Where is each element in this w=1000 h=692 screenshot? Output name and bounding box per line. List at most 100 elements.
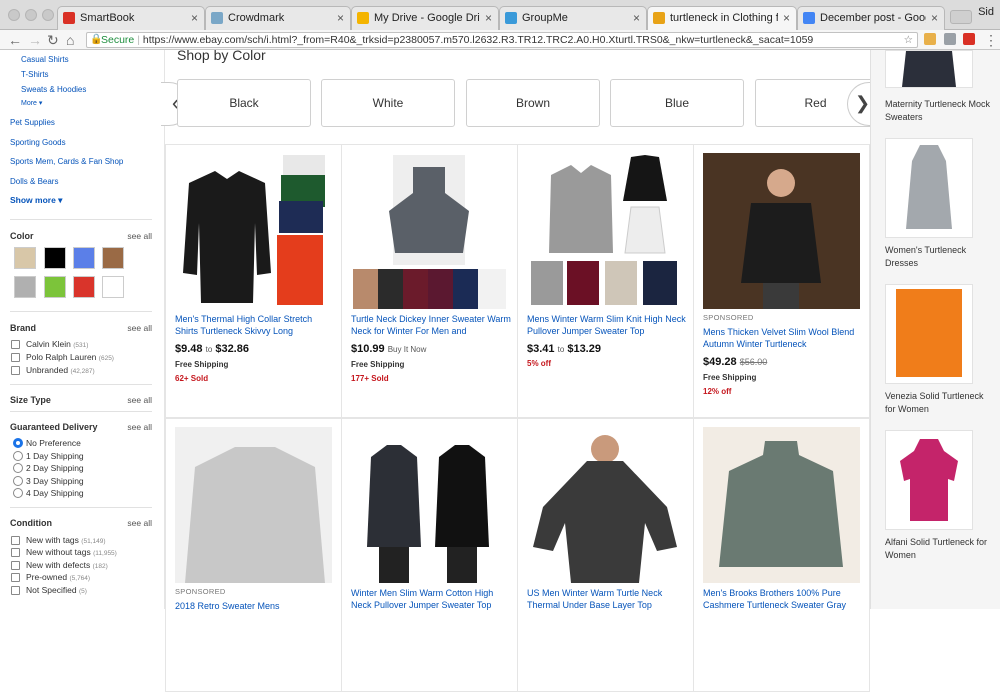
menu-dots-icon[interactable]: ⋮ xyxy=(984,31,998,49)
product-title-link[interactable]: Mens Thicken Velvet Slim Wool Blend Autu… xyxy=(703,326,863,350)
shop-color-blue-button[interactable]: Blue xyxy=(610,79,744,127)
product-card[interactable]: Men's Brooks Brothers 100% Pure Cashmere… xyxy=(693,418,870,692)
tab-google-drive[interactable]: My Drive - Google Drive × xyxy=(351,6,499,30)
category-pet-supplies[interactable]: Pet Supplies xyxy=(10,118,55,127)
product-card[interactable]: SPONSORED Mens Thicken Velvet Slim Wool … xyxy=(693,144,870,418)
product-title-link[interactable]: Mens Winter Warm Slim Knit High Neck Pul… xyxy=(527,313,687,337)
delivery-option[interactable]: 3 Day Shipping xyxy=(26,476,84,486)
product-card[interactable]: SPONSORED 2018 Retro Sweater Mens xyxy=(165,418,342,692)
delivery-radio[interactable] xyxy=(13,476,23,486)
close-tab-icon[interactable]: × xyxy=(191,7,198,29)
delivery-radio[interactable] xyxy=(13,463,23,473)
category-sports-mem[interactable]: Sports Mem, Cards & Fan Shop xyxy=(10,157,123,166)
related-item-image[interactable] xyxy=(885,430,973,530)
home-icon[interactable]: ⌂ xyxy=(66,31,74,49)
profile-name[interactable]: Sid xyxy=(978,6,994,18)
product-title-link[interactable]: Turtle Neck Dickey Inner Sweater Warm Ne… xyxy=(351,313,511,337)
category-sweats-hoodies[interactable]: Sweats & Hoodies xyxy=(21,85,86,94)
condition-option[interactable]: Not Specified (5) xyxy=(26,585,87,595)
condition-option[interactable]: New with defects (182) xyxy=(26,560,108,570)
tab-smartbook[interactable]: SmartBook × xyxy=(57,6,205,30)
color-swatch-white[interactable] xyxy=(102,276,124,298)
brand-option[interactable]: Polo Ralph Lauren (625) xyxy=(26,352,114,362)
brand-checkbox[interactable] xyxy=(11,340,20,349)
product-image[interactable] xyxy=(703,153,860,309)
delivery-option[interactable]: 4 Day Shipping xyxy=(26,488,84,498)
color-see-all-link[interactable]: see all xyxy=(127,231,152,241)
tab-crowdmark[interactable]: Crowdmark × xyxy=(205,6,351,30)
condition-checkbox[interactable] xyxy=(11,586,20,595)
delivery-option[interactable]: 1 Day Shipping xyxy=(26,451,84,461)
delivery-option[interactable]: 2 Day Shipping xyxy=(26,463,84,473)
brand-checkbox[interactable] xyxy=(11,366,20,375)
related-item-link[interactable]: Alfani Solid Turtleneck for Women xyxy=(885,536,995,562)
product-card[interactable]: US Men Winter Warm Turtle Neck Thermal U… xyxy=(517,418,694,692)
delivery-radio-selected[interactable] xyxy=(13,438,23,448)
condition-option[interactable]: New without tags (11,955) xyxy=(26,547,117,557)
zoom-window-icon[interactable] xyxy=(42,9,54,21)
minimize-window-icon[interactable] xyxy=(25,9,37,21)
shop-color-black-button[interactable]: Black xyxy=(177,79,311,127)
brand-option[interactable]: Unbranded (42,287) xyxy=(26,365,95,375)
tab-groupme[interactable]: GroupMe × xyxy=(499,6,647,30)
product-title-link[interactable]: Winter Men Slim Warm Cotton High Neck Pu… xyxy=(351,587,511,611)
condition-checkbox[interactable] xyxy=(11,573,20,582)
product-image[interactable] xyxy=(175,427,332,583)
delivery-radio[interactable] xyxy=(13,488,23,498)
color-swatch-red[interactable] xyxy=(73,276,95,298)
brand-see-all-link[interactable]: see all xyxy=(127,323,152,333)
product-card[interactable]: Men's Thermal High Collar Stretch Shirts… xyxy=(165,144,342,418)
product-image[interactable] xyxy=(351,427,508,583)
color-swatch-beige[interactable] xyxy=(14,247,36,269)
tab-google-docs[interactable]: December post - Google Do × xyxy=(797,6,945,30)
delivery-radio[interactable] xyxy=(13,451,23,461)
product-title-link[interactable]: 2018 Retro Sweater Mens xyxy=(175,600,335,612)
shop-color-white-button[interactable]: White xyxy=(321,79,455,127)
category-dolls-bears[interactable]: Dolls & Bears xyxy=(10,177,58,186)
category-casual-shirts[interactable]: Casual Shirts xyxy=(21,55,69,64)
condition-checkbox[interactable] xyxy=(11,561,20,570)
extension-icon[interactable] xyxy=(924,33,936,45)
condition-option[interactable]: New with tags (51,149) xyxy=(26,535,106,545)
close-tab-icon[interactable]: × xyxy=(485,7,492,29)
url-bar[interactable]: 🔒 Secure | https://www.ebay.com/sch/i.ht… xyxy=(86,32,918,48)
new-tab-button[interactable] xyxy=(950,10,972,24)
close-tab-icon[interactable]: × xyxy=(337,7,344,29)
close-window-icon[interactable] xyxy=(8,9,20,21)
close-tab-icon[interactable]: × xyxy=(633,7,640,29)
brand-checkbox[interactable] xyxy=(11,353,20,362)
product-image[interactable] xyxy=(351,153,508,309)
related-item-link[interactable]: Venezia Solid Turtleneck for Women xyxy=(885,390,995,416)
color-swatch-black[interactable] xyxy=(44,247,66,269)
back-arrow-icon[interactable]: ← xyxy=(8,31,22,49)
related-item-link[interactable]: Maternity Turtleneck Mock Sweaters xyxy=(885,98,995,124)
show-more-link[interactable]: Show more ▾ xyxy=(10,195,62,206)
product-image[interactable] xyxy=(527,153,684,309)
condition-checkbox[interactable] xyxy=(11,536,20,545)
condition-see-all-link[interactable]: see all xyxy=(127,518,152,528)
color-swatch-blue[interactable] xyxy=(73,247,95,269)
product-card[interactable]: Turtle Neck Dickey Inner Sweater Warm Ne… xyxy=(341,144,518,418)
product-image[interactable] xyxy=(527,427,684,583)
close-tab-icon[interactable]: × xyxy=(783,7,790,29)
product-title-link[interactable]: Men's Thermal High Collar Stretch Shirts… xyxy=(175,313,335,337)
size-type-facet-heading[interactable]: Size Type xyxy=(10,395,51,405)
related-item-link[interactable]: Women's Turtleneck Dresses xyxy=(885,244,995,270)
forward-arrow-icon[interactable]: → xyxy=(28,31,42,49)
size-see-all-link[interactable]: see all xyxy=(127,395,152,405)
bookmark-star-icon[interactable]: ☆ xyxy=(904,33,913,47)
category-t-shirts[interactable]: T-Shirts xyxy=(21,70,49,79)
shop-color-brown-button[interactable]: Brown xyxy=(466,79,600,127)
product-image[interactable] xyxy=(703,427,860,583)
delivery-option[interactable]: No Preference xyxy=(26,438,81,448)
product-card[interactable]: Winter Men Slim Warm Cotton High Neck Pu… xyxy=(341,418,518,692)
brand-option[interactable]: Calvin Klein (531) xyxy=(26,339,88,349)
delivery-see-all-link[interactable]: see all xyxy=(127,422,152,432)
product-card[interactable]: Mens Winter Warm Slim Knit High Neck Pul… xyxy=(517,144,694,418)
related-item-image[interactable] xyxy=(885,138,973,238)
extension-icon[interactable] xyxy=(944,33,956,45)
extension-icon[interactable] xyxy=(963,33,975,45)
more-link[interactable]: More ▾ xyxy=(21,99,42,107)
category-sporting-goods[interactable]: Sporting Goods xyxy=(10,138,66,147)
product-title-link[interactable]: US Men Winter Warm Turtle Neck Thermal U… xyxy=(527,587,687,611)
